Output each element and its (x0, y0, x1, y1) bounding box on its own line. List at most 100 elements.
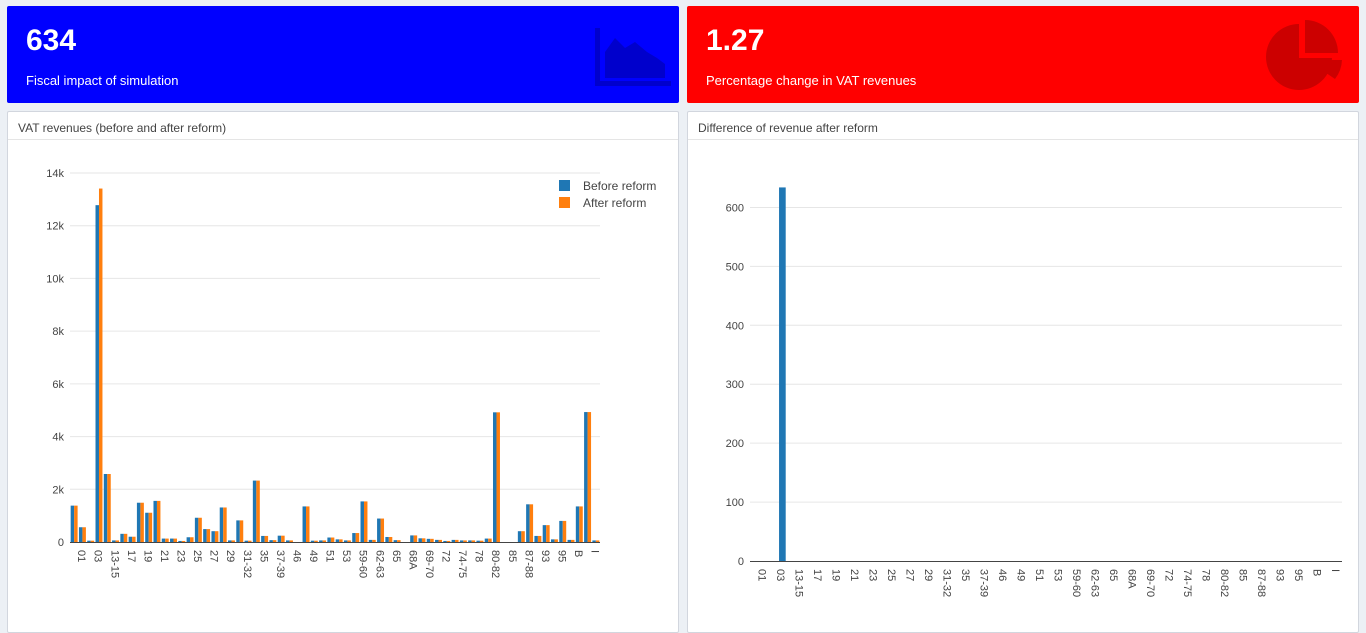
bar (82, 527, 86, 542)
x-tick-label: 62-63 (1089, 569, 1101, 597)
bar (178, 540, 182, 542)
bar (269, 540, 273, 542)
bar (90, 540, 95, 542)
bar (372, 539, 376, 542)
bar (248, 540, 252, 542)
fiscal-impact-value: 634 (26, 24, 77, 57)
bar (335, 539, 340, 542)
bar (194, 517, 199, 542)
x-tick-label: 85 (1237, 569, 1249, 581)
bar (181, 540, 186, 542)
x-tick-label: 72 (1163, 569, 1175, 581)
bar (571, 539, 575, 542)
x-tick-label: 13-15 (108, 550, 120, 578)
bar (435, 539, 439, 542)
bar (281, 535, 285, 542)
bar (421, 538, 426, 542)
x-tick-label: 25 (885, 569, 897, 581)
x-tick-label: 93 (539, 550, 551, 562)
x-tick-label: 62-63 (373, 550, 385, 578)
x-tick-label: 53 (1052, 569, 1064, 581)
bar (156, 500, 161, 542)
bar (484, 538, 489, 542)
x-tick-label: 49 (307, 550, 319, 562)
bar (587, 412, 592, 542)
x-tick-label: 46 (996, 569, 1008, 581)
y-tick-label: 600 (726, 202, 744, 214)
pie-chart-icon (1266, 20, 1342, 90)
x-tick-label: 27 (904, 569, 916, 581)
y-tick-label: 2k (52, 484, 64, 496)
bar (393, 540, 398, 542)
bar (272, 540, 277, 542)
vat-change-label: Percentage change in VAT revenues (706, 73, 917, 88)
bar (347, 540, 351, 542)
x-tick-label: 93 (1274, 569, 1286, 581)
vat-change-value: 1.27 (706, 24, 765, 57)
bar (98, 188, 103, 542)
vat-revenues-chart: 0 2k 4k 6k 8k 10k 12k 14k 01 03 13-15 17 19 21 23 25 27 2… (46, 168, 656, 578)
x-tick-label: 13-15 (793, 569, 805, 597)
legend-swatch (559, 180, 570, 191)
x-tick-label: 29 (922, 569, 934, 581)
bar (377, 518, 381, 542)
x-tick-label: 49 (1015, 569, 1027, 581)
bar (140, 502, 144, 542)
x-tick-label: 19 (141, 550, 153, 562)
bar (285, 540, 290, 542)
bar (244, 540, 249, 542)
x-tick-label: 78 (473, 550, 485, 562)
bar (468, 540, 472, 542)
bar (136, 502, 141, 542)
bar (277, 535, 282, 542)
bar (120, 533, 124, 542)
bar (228, 540, 232, 542)
x-tick-label: 80-82 (489, 550, 501, 578)
bar (559, 520, 563, 542)
y-tick-label: 10k (46, 273, 64, 285)
bar (479, 540, 484, 542)
bar (261, 535, 265, 542)
x-tick-label: 72 (440, 550, 452, 562)
bar (231, 540, 235, 542)
bar (575, 506, 580, 542)
bar (438, 539, 442, 542)
x-tick-label: 21 (848, 569, 860, 581)
bar (322, 540, 327, 542)
bar (87, 540, 91, 542)
bar (256, 480, 260, 542)
x-tick-label: 31-32 (241, 550, 253, 578)
x-tick-label: 85 (506, 550, 518, 562)
bar (410, 535, 414, 542)
x-tick-label: 51 (1033, 569, 1045, 581)
bar (190, 537, 194, 542)
legend-label: Before reform (583, 179, 656, 193)
bar (78, 527, 83, 542)
x-tick-label: 46 (290, 550, 302, 562)
x-tick-label: 53 (340, 550, 352, 562)
y-tick-label: 12k (46, 221, 64, 233)
y-tick-label: 6k (52, 379, 64, 391)
bar (352, 533, 356, 542)
x-tick-label: 01 (75, 550, 87, 562)
vat-change-box: 1.27 Percentage change in VAT revenues (687, 6, 1359, 103)
x-tick-label: 68A (1126, 569, 1138, 589)
bar (455, 539, 459, 542)
bar (526, 504, 530, 542)
bar (206, 529, 211, 542)
fiscal-impact-box: 634 Fiscal impact of simulation (7, 6, 679, 103)
bar (537, 535, 542, 542)
bar (446, 540, 451, 542)
x-tick-label: 87-88 (522, 550, 534, 578)
bar (302, 506, 307, 542)
bar (579, 506, 583, 542)
x-tick-label: B (1311, 569, 1323, 576)
bar (779, 187, 786, 562)
bar (145, 512, 149, 542)
y-tick-label: 8k (52, 326, 64, 338)
area-chart-icon (595, 28, 671, 86)
bar (148, 512, 153, 542)
bar (546, 525, 550, 542)
bar (397, 540, 401, 542)
bar (252, 480, 257, 542)
